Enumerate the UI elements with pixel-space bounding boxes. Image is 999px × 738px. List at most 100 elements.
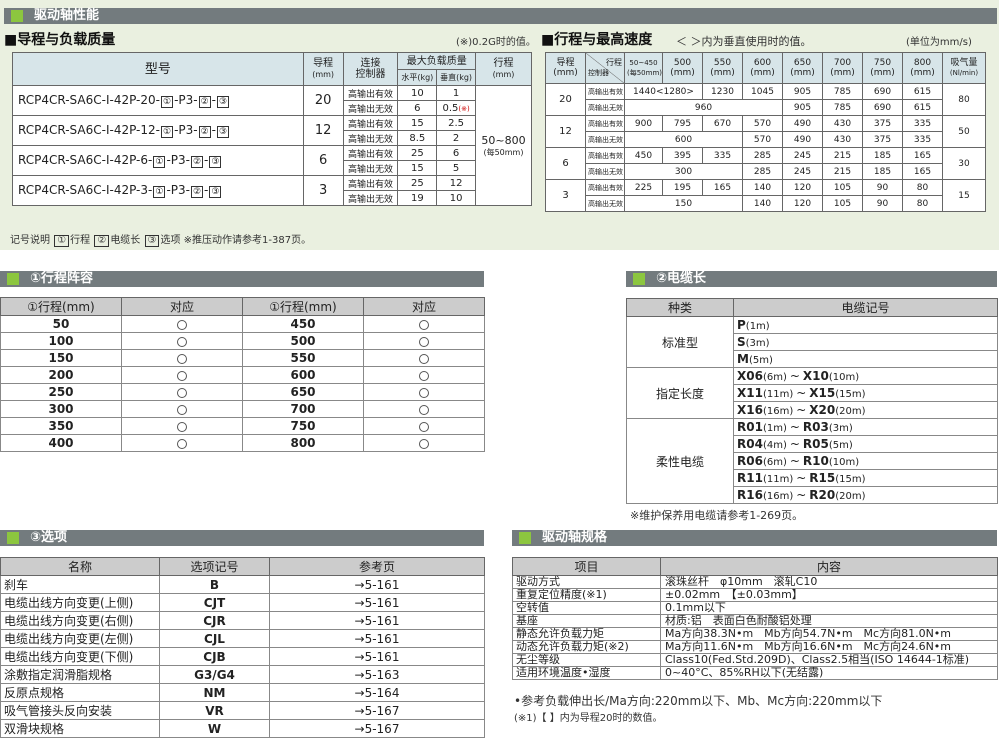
speed-col-stroke: 650 (mm) bbox=[782, 52, 823, 84]
circle-icon bbox=[419, 353, 429, 364]
option-name: 电缆出线方向变更(上侧) bbox=[0, 593, 160, 612]
cable-code-tilde: ~ bbox=[796, 488, 807, 502]
speed-value: 905 bbox=[782, 83, 823, 100]
vertical-load-value: 0.5 bbox=[442, 102, 459, 114]
spec-row: 基座 材质:铝 表面白色耐酸铝处理 bbox=[512, 614, 998, 628]
stroke-available bbox=[121, 315, 243, 333]
options-table: 名称 选项记号 参考页 刹车 B →5-161 电缆出线方向变更(上侧) CJT →5-1… bbox=[0, 557, 485, 738]
model-part-2: -P3- bbox=[166, 183, 190, 197]
spec-item: 空转值 bbox=[512, 601, 661, 615]
col-max-load: 最大负载质量 bbox=[397, 52, 476, 70]
option-row: 反原点规格 NM →5-164 bbox=[0, 683, 485, 702]
option-page: →5-167 bbox=[269, 719, 485, 738]
option-row: 电缆出线方向变更(左侧) CJL →5-161 bbox=[0, 629, 485, 648]
speed-value: 90 bbox=[862, 195, 903, 212]
option-page: →5-167 bbox=[269, 701, 485, 720]
lead-load-table: 型号 导程 (mm) 连接 控制器 最大负载质量 行程 (mm) 水平(kg) 垂直(… bbox=[12, 52, 533, 206]
speed-row: 高输出无效 960 905 785 690 615 bbox=[546, 99, 986, 116]
section-header-options: ③选项 bbox=[0, 530, 484, 546]
speed-col-air-label: 吸气量 bbox=[950, 58, 978, 68]
stroke-value: 100 bbox=[0, 332, 122, 350]
option-code: VR bbox=[159, 701, 270, 720]
speed-col-unit: (mm) bbox=[870, 68, 895, 78]
speed-value: 430 bbox=[822, 115, 863, 132]
cable-col-kind: 种类 bbox=[626, 298, 734, 317]
speed-value: 785 bbox=[822, 83, 863, 100]
speed-value: 105 bbox=[822, 179, 863, 196]
model-part-1: RCP4CR-SA6C-I-42P-6- bbox=[18, 153, 153, 167]
spec-note-1: •参考负载伸出长/Ma方向:220mm以下、Mb、Mc方向:220mm以下 bbox=[514, 694, 883, 708]
stroke-value: 150 bbox=[0, 349, 122, 367]
col-horizontal: 水平(kg) bbox=[397, 69, 438, 86]
lead-row: RCP4CR-SA6C-I-42P-6- ① -P3- ② - ③ 6 高输出有效 25 6 bbox=[12, 145, 532, 176]
horizontal-load: 10 bbox=[397, 85, 438, 101]
stroke-col-ok-right: 对应 bbox=[363, 297, 485, 316]
cable-table: 种类 电缆记号 标准型 P(1m) S(3m) M(5m) 指定长度 X06(6m) ~ X1… bbox=[626, 298, 998, 504]
legend-label-2: 电缆长 bbox=[110, 235, 141, 246]
speed-value: 300 bbox=[624, 163, 743, 180]
speed-col-unit: (mm) bbox=[750, 68, 775, 78]
cable-code-length: (1m) bbox=[745, 321, 770, 332]
spec-content: 0~40°C、85%RH以下(无结露) bbox=[660, 666, 998, 680]
speed-ctrl-off: 高输出无效 bbox=[585, 99, 625, 116]
speed-value: 335 bbox=[902, 115, 943, 132]
cable-code-from-length: (4m) bbox=[762, 440, 787, 451]
symbol-box-3: ③ bbox=[209, 186, 222, 198]
spec-item: 无尘等级 bbox=[512, 653, 661, 667]
cable-code-to: R20 bbox=[809, 488, 836, 502]
speed-value: 570 bbox=[742, 131, 783, 148]
cable-code-to-length: (20m) bbox=[835, 491, 866, 502]
cable-code: S(3m) bbox=[733, 333, 998, 351]
speed-value: 165 bbox=[902, 163, 943, 180]
symbol-box-1: ① bbox=[160, 96, 174, 108]
cable-code-to: R10 bbox=[802, 454, 829, 468]
symbol-box-2: ② bbox=[198, 96, 211, 108]
option-code: CJB bbox=[159, 647, 270, 666]
speed-value: 105 bbox=[822, 195, 863, 212]
cable-row: 柔性电缆 R01(1m) ~ R03(3m) bbox=[626, 418, 998, 504]
speed-col-air: 吸气量 (Nl/min) bbox=[942, 52, 986, 84]
speed-value: 335 bbox=[702, 147, 743, 164]
speed-value: 905 bbox=[782, 99, 823, 116]
cable-code: R16(16m) ~ R20(20m) bbox=[733, 486, 998, 504]
cable-code-symbol: M bbox=[737, 352, 749, 366]
cable-code-from-length: (16m) bbox=[762, 491, 794, 502]
stroke-row: 350 750 bbox=[0, 417, 485, 435]
col-model: 型号 bbox=[12, 52, 304, 86]
option-row: 吸气管接头反向安装 VR →5-167 bbox=[0, 701, 485, 720]
speed-value: 225 bbox=[624, 179, 663, 196]
circle-icon bbox=[177, 438, 187, 449]
model-part-3: - bbox=[204, 153, 209, 167]
speed-col-value: 650 bbox=[793, 58, 812, 68]
vertical-load: 1 bbox=[436, 85, 476, 101]
cable-code-from: X16 bbox=[737, 403, 763, 417]
cable-code-symbol: S bbox=[737, 335, 746, 349]
spec-note-2: (※1)【 】内为导程20时的数值。 bbox=[514, 713, 663, 724]
stroke-available bbox=[363, 400, 485, 418]
speed-col-stroke: 800 (mm) bbox=[902, 52, 943, 84]
option-code: CJT bbox=[159, 593, 270, 612]
option-name: 反原点规格 bbox=[0, 683, 160, 702]
spec-item: 适用环境温度•湿度 bbox=[512, 666, 661, 680]
speed-row: 12 高输出有效 900 795 670 570 490 430 375 335 50 bbox=[545, 115, 986, 148]
speed-value: 615 bbox=[902, 83, 943, 100]
speed-col-stroke: 750 (mm) bbox=[862, 52, 903, 84]
speed-value: 375 bbox=[862, 115, 903, 132]
vertical-load: 5 bbox=[436, 160, 476, 176]
stroke-col-stroke-right: ①行程(mm) bbox=[242, 297, 364, 316]
symbol-box-2: ② bbox=[190, 186, 204, 198]
speed-value: 600 bbox=[624, 131, 743, 148]
cable-code-to: R03 bbox=[802, 420, 829, 434]
stroke-row: 250 650 bbox=[0, 383, 485, 401]
spec-content: 材质:铝 表面白色耐酸铝处理 bbox=[660, 614, 998, 628]
option-name: 电缆出线方向变更(左侧) bbox=[0, 629, 160, 648]
cable-code-from: R11 bbox=[737, 471, 763, 485]
option-name: 电缆出线方向变更(下侧) bbox=[0, 647, 160, 666]
speed-col-unit: (mm) bbox=[910, 68, 935, 78]
speed-col-value: 700 bbox=[833, 58, 852, 68]
lead-row: RCP4CR-SA6C-I-42P-20- ① -P3- ② - ③ 20 高输出有效 10 1 5… bbox=[12, 85, 533, 206]
model-part-1: RCP4CR-SA6C-I-42P-12- bbox=[18, 123, 160, 137]
vertical-load: 0.5(※) bbox=[436, 100, 476, 116]
stroke-available bbox=[363, 332, 485, 350]
col-vertical: 垂直(kg) bbox=[436, 69, 476, 86]
